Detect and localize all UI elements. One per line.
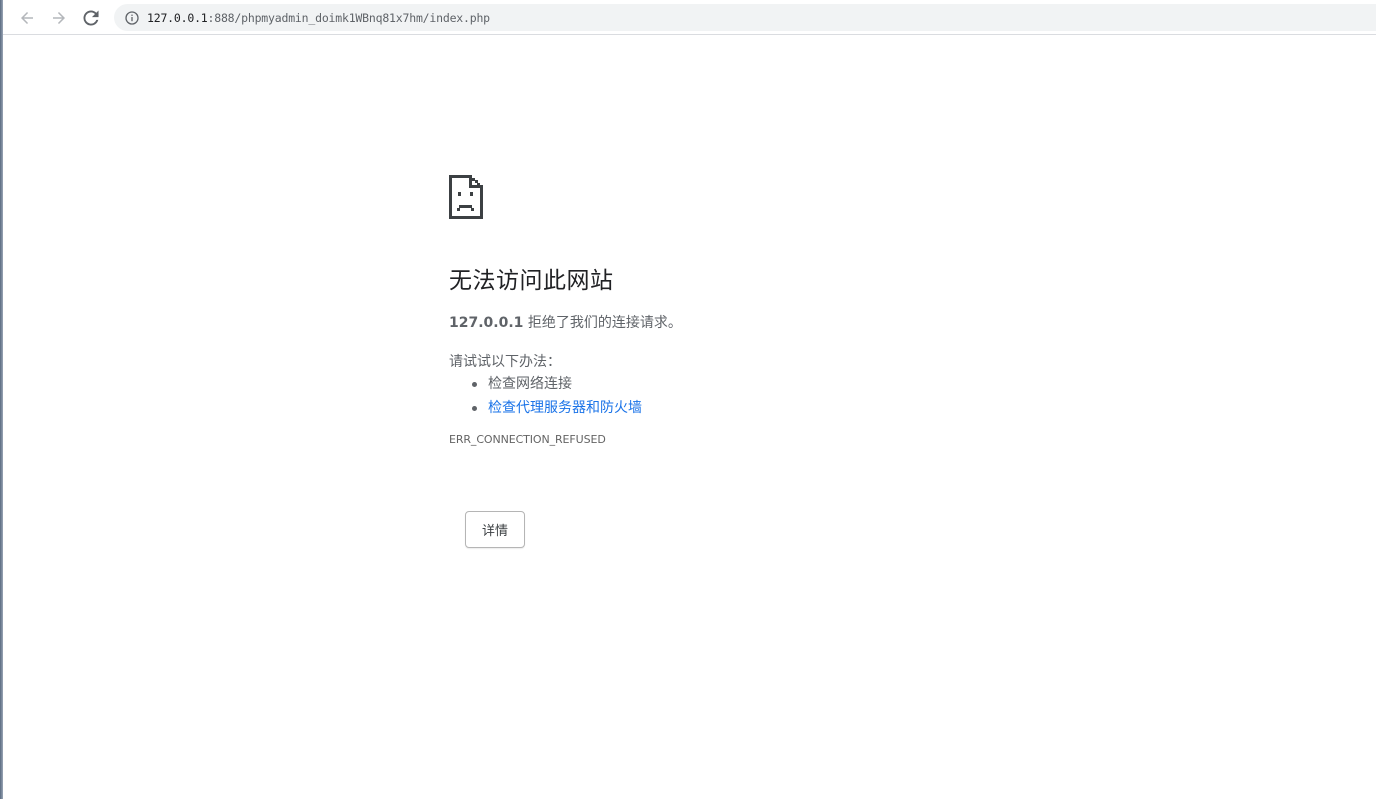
error-headline: 无法访问此网站 bbox=[449, 268, 614, 294]
suggestion-check-network: 检查网络连接 bbox=[472, 374, 1049, 394]
info-icon[interactable] bbox=[124, 10, 140, 26]
error-content: 无法访问此网站 127.0.0.1 拒绝了我们的连接请求。 请试试以下办法： 检… bbox=[449, 175, 1049, 447]
arrow-right-icon bbox=[53, 12, 65, 24]
suggestions-list: 检查网络连接 检查代理服务器和防火墙 bbox=[449, 374, 1049, 418]
browser-toolbar: 127.0.0.1:888/phpmyadmin_doimk1WBnq81x7h… bbox=[3, 0, 1376, 35]
window-left-edge bbox=[0, 0, 3, 799]
url-path: :888/phpmyadmin_doimk1WBnq81x7hm/index.p… bbox=[207, 10, 491, 25]
error-summary-host: 127.0.0.1 bbox=[449, 315, 524, 331]
error-code: ERR_CONNECTION_REFUSED bbox=[449, 433, 606, 446]
forward-button[interactable] bbox=[45, 4, 73, 32]
address-bar[interactable]: 127.0.0.1:888/phpmyadmin_doimk1WBnq81x7h… bbox=[114, 4, 1376, 31]
suggestions-title: 请试试以下办法： bbox=[449, 354, 561, 370]
error-summary: 127.0.0.1 拒绝了我们的连接请求。 bbox=[449, 313, 1049, 333]
sad-page-icon bbox=[449, 175, 483, 219]
error-summary-text: 拒绝了我们的连接请求。 bbox=[523, 315, 682, 331]
details-button[interactable]: 详情 bbox=[465, 511, 525, 548]
back-button[interactable] bbox=[13, 4, 41, 32]
reload-button[interactable] bbox=[77, 4, 105, 32]
url-host: 127.0.0.1 bbox=[147, 10, 208, 25]
url-text[interactable]: 127.0.0.1:888/phpmyadmin_doimk1WBnq81x7h… bbox=[147, 11, 490, 25]
suggestion-check-proxy-firewall-link[interactable]: 检查代理服务器和防火墙 bbox=[472, 398, 1049, 418]
arrow-left-icon bbox=[21, 12, 33, 24]
browser-window: 127.0.0.1:888/phpmyadmin_doimk1WBnq81x7h… bbox=[0, 0, 1376, 799]
reload-icon bbox=[83, 10, 99, 26]
